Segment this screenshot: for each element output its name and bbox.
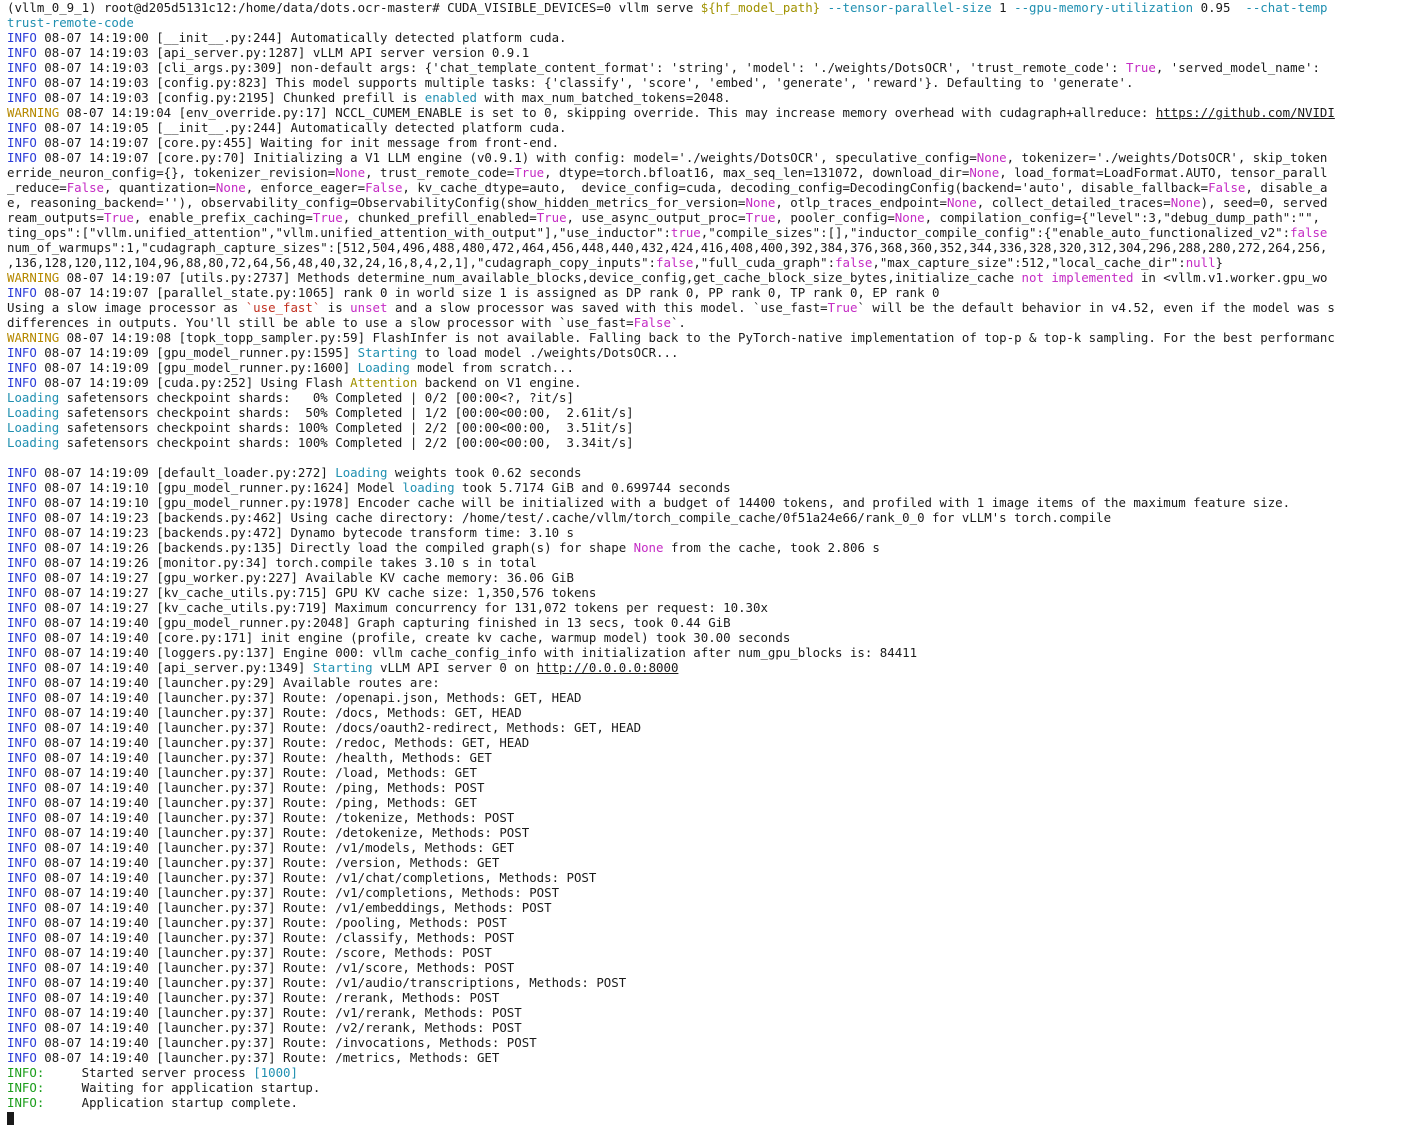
route-line: INFO 08-07 14:19:40 [launcher.py:37] Rou… — [7, 750, 492, 765]
log-line-info: INFO 08-07 14:19:27 [kv_cache_utils.py:7… — [7, 585, 597, 600]
route-line: INFO 08-07 14:19:40 [launcher.py:37] Rou… — [7, 720, 642, 735]
route-line: INFO 08-07 14:19:40 [launcher.py:37] Rou… — [7, 855, 500, 870]
log-line-info: INFO 08-07 14:19:03 [config.py:823] This… — [7, 75, 1134, 90]
uvicorn-log-line: INFO: Started server process [1000] — [7, 1065, 298, 1080]
log-line-info: INFO 08-07 14:19:09 [gpu_model_runner.py… — [7, 345, 679, 360]
log-line-info: INFO 08-07 14:19:27 [gpu_worker.py:227] … — [7, 570, 574, 585]
route-line: INFO 08-07 14:19:40 [launcher.py:37] Rou… — [7, 975, 627, 990]
log-line-info: INFO 08-07 14:19:07 [parallel_state.py:1… — [7, 285, 940, 300]
route-line: INFO 08-07 14:19:40 [launcher.py:37] Rou… — [7, 1005, 522, 1020]
log-line-info: INFO 08-07 14:19:40 [gpu_model_runner.py… — [7, 615, 731, 630]
log-line: Using a slow image processor as `use_fas… — [7, 300, 1335, 315]
route-line: INFO 08-07 14:19:40 [launcher.py:37] Rou… — [7, 930, 515, 945]
log-line-info: INFO 08-07 14:19:09 [gpu_model_runner.py… — [7, 360, 574, 375]
text-cursor[interactable] — [7, 1112, 14, 1125]
route-line: INFO 08-07 14:19:40 [launcher.py:37] Rou… — [7, 765, 477, 780]
log-line-info: INFO 08-07 14:19:00 [__init__.py:244] Au… — [7, 30, 567, 45]
route-line: INFO 08-07 14:19:40 [launcher.py:37] Rou… — [7, 690, 582, 705]
route-line: INFO 08-07 14:19:40 [launcher.py:37] Rou… — [7, 825, 530, 840]
log-line-info: INFO 08-07 14:19:10 [gpu_model_runner.py… — [7, 495, 1291, 510]
log-line: ream_outputs=True, enable_prefix_caching… — [7, 210, 1320, 225]
log-line-info: INFO 08-07 14:19:40 [core.py:171] init e… — [7, 630, 791, 645]
uvicorn-log-line: INFO: Application startup complete. — [7, 1095, 298, 1110]
log-line-info: INFO 08-07 14:19:03 [config.py:2195] Chu… — [7, 90, 731, 105]
log-line-info: INFO 08-07 14:19:40 [loggers.py:137] Eng… — [7, 645, 918, 660]
route-line: INFO 08-07 14:19:40 [launcher.py:37] Rou… — [7, 885, 560, 900]
log-line-info: INFO 08-07 14:19:09 [default_loader.py:2… — [7, 465, 582, 480]
log-line: num_of_warmups":1,"cudagraph_capture_siz… — [7, 240, 1328, 255]
log-line-info: INFO 08-07 14:19:10 [gpu_model_runner.py… — [7, 480, 731, 495]
shell-prompt-command: (vllm_0_9_1) root@d205d5131c12:/home/dat… — [7, 0, 1328, 15]
log-line-info: INFO 08-07 14:19:26 [backends.py:135] Di… — [7, 540, 880, 555]
log-line-info: INFO 08-07 14:19:27 [kv_cache_utils.py:7… — [7, 600, 768, 615]
route-line: INFO 08-07 14:19:40 [launcher.py:37] Rou… — [7, 915, 507, 930]
route-line: INFO 08-07 14:19:40 [launcher.py:37] Rou… — [7, 705, 522, 720]
route-line: INFO 08-07 14:19:40 [launcher.py:37] Rou… — [7, 1035, 537, 1050]
log-line-info: INFO 08-07 14:19:23 [backends.py:462] Us… — [7, 510, 1112, 525]
log-line-info: INFO 08-07 14:19:23 [backends.py:472] Dy… — [7, 525, 574, 540]
terminal-cursor-line — [7, 1110, 1425, 1125]
log-line-info: INFO 08-07 14:19:07 [core.py:455] Waitin… — [7, 135, 560, 150]
terminal-window[interactable]: (vllm_0_9_1) root@d205d5131c12:/home/dat… — [0, 0, 1425, 1136]
route-line: INFO 08-07 14:19:40 [launcher.py:37] Rou… — [7, 795, 477, 810]
route-line: INFO 08-07 14:19:40 [launcher.py:37] Rou… — [7, 870, 597, 885]
log-line: erride_neuron_config={}, tokenizer_revis… — [7, 165, 1328, 180]
route-line: INFO 08-07 14:19:40 [launcher.py:37] Rou… — [7, 840, 515, 855]
route-line: INFO 08-07 14:19:40 [launcher.py:37] Rou… — [7, 1050, 500, 1065]
log-line: Loading safetensors checkpoint shards: 0… — [7, 390, 574, 405]
log-line: Loading safetensors checkpoint shards: 5… — [7, 405, 634, 420]
log-line-warning: WARNING 08-07 14:19:08 [topk_topp_sample… — [7, 330, 1335, 345]
log-line: Loading safetensors checkpoint shards: 1… — [7, 420, 634, 435]
log-line-info: INFO 08-07 14:19:03 [api_server.py:1287]… — [7, 45, 530, 60]
log-line-info: INFO 08-07 14:19:07 [core.py:70] Initial… — [7, 150, 1328, 165]
route-line: INFO 08-07 14:19:40 [launcher.py:37] Rou… — [7, 960, 515, 975]
log-line: differences in outputs. You'll still be … — [7, 315, 686, 330]
log-line: ting_ops":["vllm.unified_attention","vll… — [7, 225, 1328, 240]
route-line: INFO 08-07 14:19:40 [launcher.py:37] Rou… — [7, 900, 552, 915]
log-line-info: INFO 08-07 14:19:05 [__init__.py:244] Au… — [7, 120, 567, 135]
log-line-warning: WARNING 08-07 14:19:04 [env_override.py:… — [7, 105, 1335, 120]
log-line-info: INFO 08-07 14:19:40 [api_server.py:1349]… — [7, 660, 679, 675]
log-line-info: INFO 08-07 14:19:40 [launcher.py:29] Ava… — [7, 675, 440, 690]
log-line: e, reasoning_backend=''), observability_… — [7, 195, 1328, 210]
route-line: INFO 08-07 14:19:40 [launcher.py:37] Rou… — [7, 945, 492, 960]
route-line: INFO 08-07 14:19:40 [launcher.py:37] Rou… — [7, 810, 515, 825]
route-line: INFO 08-07 14:19:40 [launcher.py:37] Rou… — [7, 990, 500, 1005]
log-line-info: INFO 08-07 14:19:09 [cuda.py:252] Using … — [7, 375, 582, 390]
log-line-warning: WARNING 08-07 14:19:07 [utils.py:2737] M… — [7, 270, 1328, 285]
route-line: INFO 08-07 14:19:40 [launcher.py:37] Rou… — [7, 735, 530, 750]
log-line-info: INFO 08-07 14:19:26 [monitor.py:34] torc… — [7, 555, 537, 570]
uvicorn-log-line: INFO: Waiting for application startup. — [7, 1080, 321, 1095]
shell-prompt-continuation: trust-remote-code — [7, 15, 134, 30]
log-line: _reduce=False, quantization=None, enforc… — [7, 180, 1328, 195]
route-line: INFO 08-07 14:19:40 [launcher.py:37] Rou… — [7, 1020, 522, 1035]
log-line: ,136,128,120,112,104,96,88,80,72,64,56,4… — [7, 255, 1224, 270]
terminal-output: (vllm_0_9_1) root@d205d5131c12:/home/dat… — [7, 0, 1425, 1125]
log-line: Loading safetensors checkpoint shards: 1… — [7, 435, 634, 450]
log-line-info: INFO 08-07 14:19:03 [cli_args.py:309] no… — [7, 60, 1320, 75]
route-line: INFO 08-07 14:19:40 [launcher.py:37] Rou… — [7, 780, 485, 795]
